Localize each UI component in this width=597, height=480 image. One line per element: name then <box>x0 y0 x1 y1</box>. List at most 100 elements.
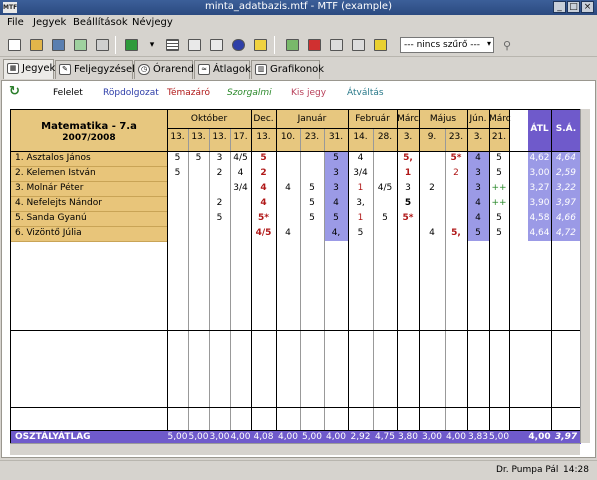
grid-icon[interactable] <box>163 36 181 54</box>
menu-beallitasok[interactable]: Beállítások <box>73 17 128 28</box>
grade-cell[interactable]: 4/5 <box>230 152 251 165</box>
grade-cell[interactable]: 4 <box>467 197 489 210</box>
grade-cell[interactable]: 4 <box>251 197 276 210</box>
grade-cell[interactable]: 5 <box>467 227 489 240</box>
grade-cell[interactable]: 1 <box>348 182 373 195</box>
minimize-button[interactable]: _ <box>553 1 566 13</box>
grade-cell[interactable]: 5 <box>188 152 209 165</box>
menu-nevjegy[interactable]: Névjegy <box>132 17 173 28</box>
grade-cell[interactable]: 5 <box>300 212 324 225</box>
grade-cell[interactable]: 5 <box>489 227 509 240</box>
grade-cell[interactable]: 5 <box>324 152 348 165</box>
grade-cell[interactable]: 3 <box>467 167 489 180</box>
grade-cell[interactable]: ++ <box>489 182 509 195</box>
new-file-icon[interactable] <box>5 36 23 54</box>
grade-cell[interactable]: 4 <box>324 197 348 210</box>
grade-cell[interactable]: 4 <box>419 227 445 240</box>
grade-cell[interactable]: 5, <box>445 227 467 240</box>
grade-cell[interactable]: 5 <box>300 182 324 195</box>
grade-cell[interactable]: 5 <box>167 167 188 180</box>
tab-jegyek[interactable]: ▦ Jegyek <box>3 59 55 79</box>
grade-cell[interactable]: 5 <box>397 197 419 210</box>
grade-cell[interactable]: 4/5 <box>251 227 276 240</box>
vertical-scrollbar[interactable] <box>580 109 590 443</box>
info-icon[interactable] <box>229 36 247 54</box>
grade-cell[interactable]: 5, <box>397 152 419 165</box>
menu-jegyek[interactable]: Jegyek <box>33 17 66 28</box>
student-name[interactable]: 2. Kelemen István <box>15 167 167 180</box>
refresh-icon[interactable]: ↻ <box>9 85 25 99</box>
import-icon[interactable] <box>122 36 140 54</box>
grade-cell[interactable]: 5 <box>300 197 324 210</box>
dropdown-arrow-icon[interactable]: ▾ <box>143 36 161 54</box>
table-icon[interactable] <box>327 36 345 54</box>
student-name[interactable]: 5. Sanda Gyanú <box>15 212 167 225</box>
grade-cell[interactable]: 2 <box>251 167 276 180</box>
menu-file[interactable]: File <box>7 17 24 28</box>
table-green-icon[interactable] <box>283 36 301 54</box>
grade-cell[interactable]: 5 <box>167 152 188 165</box>
grade-cell[interactable]: 3 <box>324 167 348 180</box>
grade-cell[interactable]: 5 <box>209 212 230 225</box>
student-name[interactable]: 3. Molnár Péter <box>15 182 167 195</box>
legend-felelet[interactable]: Felelet <box>53 88 83 98</box>
grade-cell[interactable]: 5 <box>489 167 509 180</box>
tab-feljegyzesek[interactable]: ✎ Feljegyzések <box>55 60 138 79</box>
yellow-note-icon[interactable] <box>371 36 389 54</box>
table2-icon[interactable] <box>349 36 367 54</box>
grade-cell[interactable]: 5* <box>397 212 419 225</box>
grade-cell[interactable]: 3 <box>467 182 489 195</box>
columns-icon[interactable] <box>207 36 225 54</box>
grade-cell[interactable]: 3 <box>209 152 230 165</box>
grade-cell[interactable]: 5 <box>348 227 373 240</box>
grade-cell[interactable]: 4, <box>324 227 348 240</box>
grade-cell[interactable]: 4 <box>230 167 251 180</box>
grade-cell[interactable]: 4 <box>467 212 489 225</box>
grade-cell[interactable]: 5 <box>489 212 509 225</box>
grade-cell[interactable]: 2 <box>445 167 467 180</box>
tab-orarend[interactable]: ◷ Órarend <box>134 60 194 79</box>
grade-cell[interactable]: 4/5 <box>373 182 397 195</box>
grade-cell[interactable]: 5* <box>445 152 467 165</box>
grade-cell[interactable]: 3/4 <box>230 182 251 195</box>
grade-cell[interactable]: ++ <box>489 197 509 210</box>
grade-cell[interactable]: 5* <box>251 212 276 225</box>
grade-cell[interactable]: 4 <box>276 182 300 195</box>
legend-kis-jegy[interactable]: Kis jegy <box>291 88 326 98</box>
grade-cell[interactable]: 4 <box>348 152 373 165</box>
save-icon[interactable] <box>49 36 67 54</box>
horizontal-scrollbar[interactable] <box>10 443 580 455</box>
grade-cell[interactable]: 5 <box>373 212 397 225</box>
grade-cell[interactable]: 5 <box>251 152 276 165</box>
grade-cell[interactable]: 3/4 <box>348 167 373 180</box>
rows-icon[interactable] <box>185 36 203 54</box>
grade-cell[interactable]: 2 <box>419 182 445 195</box>
grade-cell[interactable]: 1 <box>348 212 373 225</box>
open-folder-icon[interactable] <box>27 36 45 54</box>
grade-cell[interactable]: 4 <box>467 152 489 165</box>
legend-szorgalmi[interactable]: Szorgalmi <box>227 88 272 98</box>
grade-cell[interactable]: 4 <box>251 182 276 195</box>
grade-cell[interactable]: 2 <box>209 167 230 180</box>
search-icon[interactable]: ⚲ <box>498 36 516 54</box>
tab-atlagok[interactable]: ≈ Átlagok <box>194 60 251 79</box>
student-name[interactable]: 4. Nefelejts Nándor <box>15 197 167 210</box>
grade-cell[interactable]: 3, <box>348 197 373 210</box>
close-button[interactable]: × <box>581 1 594 13</box>
legend-temazaro[interactable]: Témazáró <box>167 88 210 98</box>
maximize-button[interactable]: □ <box>567 1 580 13</box>
preview-icon[interactable] <box>71 36 89 54</box>
grade-cell[interactable]: 3 <box>324 182 348 195</box>
student-name[interactable]: 6. Vizöntő Júlia <box>15 227 167 240</box>
grade-cell[interactable]: 4 <box>276 227 300 240</box>
legend-ropdolgozat[interactable]: Röpdolgozat <box>103 88 159 98</box>
grade-cell[interactable]: 5 <box>324 212 348 225</box>
grade-cell[interactable]: 2 <box>209 197 230 210</box>
notes-icon[interactable] <box>251 36 269 54</box>
grade-cell[interactable]: 1 <box>397 167 419 180</box>
filter-select[interactable]: --- nincs szűrő --- ▾ <box>400 37 494 53</box>
grade-cell[interactable]: 5 <box>489 152 509 165</box>
print-icon[interactable] <box>93 36 111 54</box>
add-red-icon[interactable] <box>305 36 323 54</box>
legend-atvaltas[interactable]: Átváltás <box>347 88 384 98</box>
